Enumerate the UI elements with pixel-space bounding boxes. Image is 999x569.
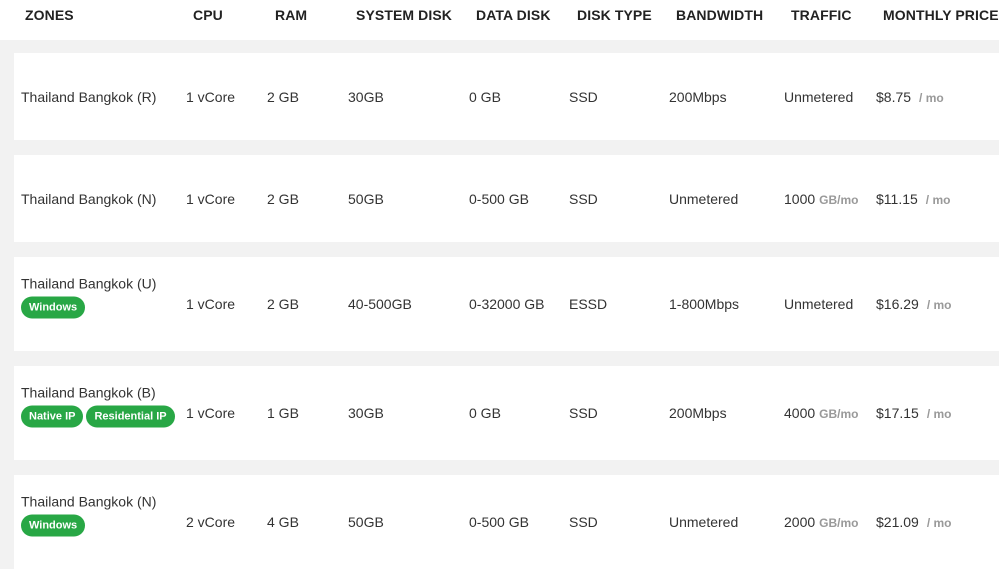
ram-cell: 2 GB <box>267 89 299 105</box>
zone-name: Thailand Bangkok (N) <box>21 191 157 207</box>
column-header-bandwidth: BANDWIDTH <box>676 7 764 23</box>
zone-cell: Thailand Bangkok (U) Windows <box>21 276 156 319</box>
price-unit: / mo <box>926 298 952 312</box>
cpu-cell: 1 vCore <box>186 191 236 207</box>
bandwidth-cell: 1-800Mbps <box>669 296 740 312</box>
price-unit: / mo <box>919 91 944 105</box>
ram-cell: 2 GB <box>267 191 299 207</box>
traffic-cell: 1000 GB/mo <box>784 191 859 207</box>
table-row[interactable]: Thailand Bangkok (U) Windows 1 vCore 2 G… <box>14 257 999 351</box>
residential-ip-badge: Residential IP <box>86 405 175 428</box>
price-unit: / mo <box>926 407 952 421</box>
price-value: $16.29 <box>876 296 919 312</box>
windows-badge: Windows <box>21 296 86 319</box>
system-disk-cell: 50GB <box>348 191 384 207</box>
traffic-value: 1000 <box>784 191 816 207</box>
price-value: $21.09 <box>876 514 919 530</box>
system-disk-cell: 50GB <box>348 514 384 530</box>
zone-cell: Thailand Bangkok (B) Native IP Residenti… <box>21 385 175 428</box>
column-header-monthly-price: MONTHLY PRICE <box>883 7 999 23</box>
disk-type-cell: SSD <box>569 514 598 530</box>
badge-list: Windows <box>21 514 156 537</box>
system-disk-cell: 40-500GB <box>348 296 412 312</box>
price-cell: $11.15 / mo <box>876 191 950 207</box>
windows-badge: Windows <box>21 514 86 537</box>
traffic-cell: Unmetered <box>784 296 853 312</box>
traffic-value: Unmetered <box>784 296 854 312</box>
table-row[interactable]: Thailand Bangkok (B) Native IP Residenti… <box>14 366 999 460</box>
data-disk-cell: 0-500 GB <box>469 514 529 530</box>
price-unit: / mo <box>926 516 952 530</box>
data-disk-cell: 0-500 GB <box>469 191 529 207</box>
table-row[interactable]: Thailand Bangkok (N) Windows 2 vCore 4 G… <box>14 475 999 569</box>
price-cell: $8.75 / mo <box>876 89 944 105</box>
bandwidth-cell: 200Mbps <box>669 405 727 421</box>
zone-cell: Thailand Bangkok (N) <box>21 191 156 207</box>
column-header-traffic: TRAFFIC <box>791 7 852 23</box>
data-disk-cell: 0 GB <box>469 89 501 105</box>
cpu-cell: 1 vCore <box>186 296 236 312</box>
ram-cell: 2 GB <box>267 296 299 312</box>
cpu-cell: 2 vCore <box>186 514 236 530</box>
zone-name: Thailand Bangkok (R) <box>21 89 157 105</box>
column-header-system-disk: SYSTEM DISK <box>356 7 453 23</box>
bandwidth-cell: 200Mbps <box>669 89 727 105</box>
traffic-value: 4000 <box>784 405 816 421</box>
disk-type-cell: SSD <box>569 89 598 105</box>
data-disk-cell: 0-32000 GB <box>469 296 545 312</box>
zone-cell: Thailand Bangkok (R) <box>21 89 156 105</box>
column-header-cpu: CPU <box>193 7 223 23</box>
traffic-cell: 4000 GB/mo <box>784 405 859 421</box>
ram-cell: 4 GB <box>267 514 299 530</box>
badge-list: Windows <box>21 296 156 319</box>
price-value: $8.75 <box>876 89 912 105</box>
table-row[interactable]: Thailand Bangkok (R) 1 vCore 2 GB 30GB 0… <box>14 53 999 140</box>
badge-list: Native IP Residential IP <box>21 405 175 428</box>
traffic-unit: GB/mo <box>819 407 859 421</box>
disk-type-cell: SSD <box>569 191 598 207</box>
disk-type-cell: ESSD <box>569 296 608 312</box>
traffic-cell: 2000 GB/mo <box>784 514 859 530</box>
zone-name: Thailand Bangkok (B) <box>21 384 156 401</box>
price-cell: $21.09 / mo <box>876 514 952 530</box>
bandwidth-cell: Unmetered <box>669 191 739 207</box>
price-cell: $16.29 / mo <box>876 296 952 312</box>
column-header-zones: ZONES <box>25 7 74 23</box>
data-disk-cell: 0 GB <box>469 405 501 421</box>
table-header: ZONES CPU RAM SYSTEM DISK DATA DISK DISK… <box>0 0 999 40</box>
traffic-cell: Unmetered <box>784 89 853 105</box>
column-header-ram: RAM <box>275 7 308 23</box>
system-disk-cell: 30GB <box>348 89 384 105</box>
traffic-value: Unmetered <box>784 89 854 105</box>
zone-name: Thailand Bangkok (N) <box>21 493 157 510</box>
price-cell: $17.15 / mo <box>876 405 952 421</box>
table-row[interactable]: Thailand Bangkok (N) 1 vCore 2 GB 50GB 0… <box>14 155 999 242</box>
price-unit: / mo <box>925 193 951 207</box>
bandwidth-cell: Unmetered <box>669 514 739 530</box>
traffic-value: 2000 <box>784 514 816 530</box>
price-value: $17.15 <box>876 405 919 421</box>
cpu-cell: 1 vCore <box>186 89 236 105</box>
zone-name: Thailand Bangkok (U) <box>21 275 157 292</box>
column-header-disk-type: DISK TYPE <box>577 7 652 23</box>
cpu-cell: 1 vCore <box>186 405 236 421</box>
price-value: $11.15 <box>876 191 918 207</box>
disk-type-cell: SSD <box>569 405 598 421</box>
traffic-unit: GB/mo <box>819 516 859 530</box>
column-header-data-disk: DATA DISK <box>476 7 551 23</box>
traffic-unit: GB/mo <box>819 193 859 207</box>
zone-cell: Thailand Bangkok (N) Windows <box>21 494 156 537</box>
native-ip-badge: Native IP <box>21 405 84 428</box>
system-disk-cell: 30GB <box>348 405 384 421</box>
ram-cell: 1 GB <box>267 405 299 421</box>
